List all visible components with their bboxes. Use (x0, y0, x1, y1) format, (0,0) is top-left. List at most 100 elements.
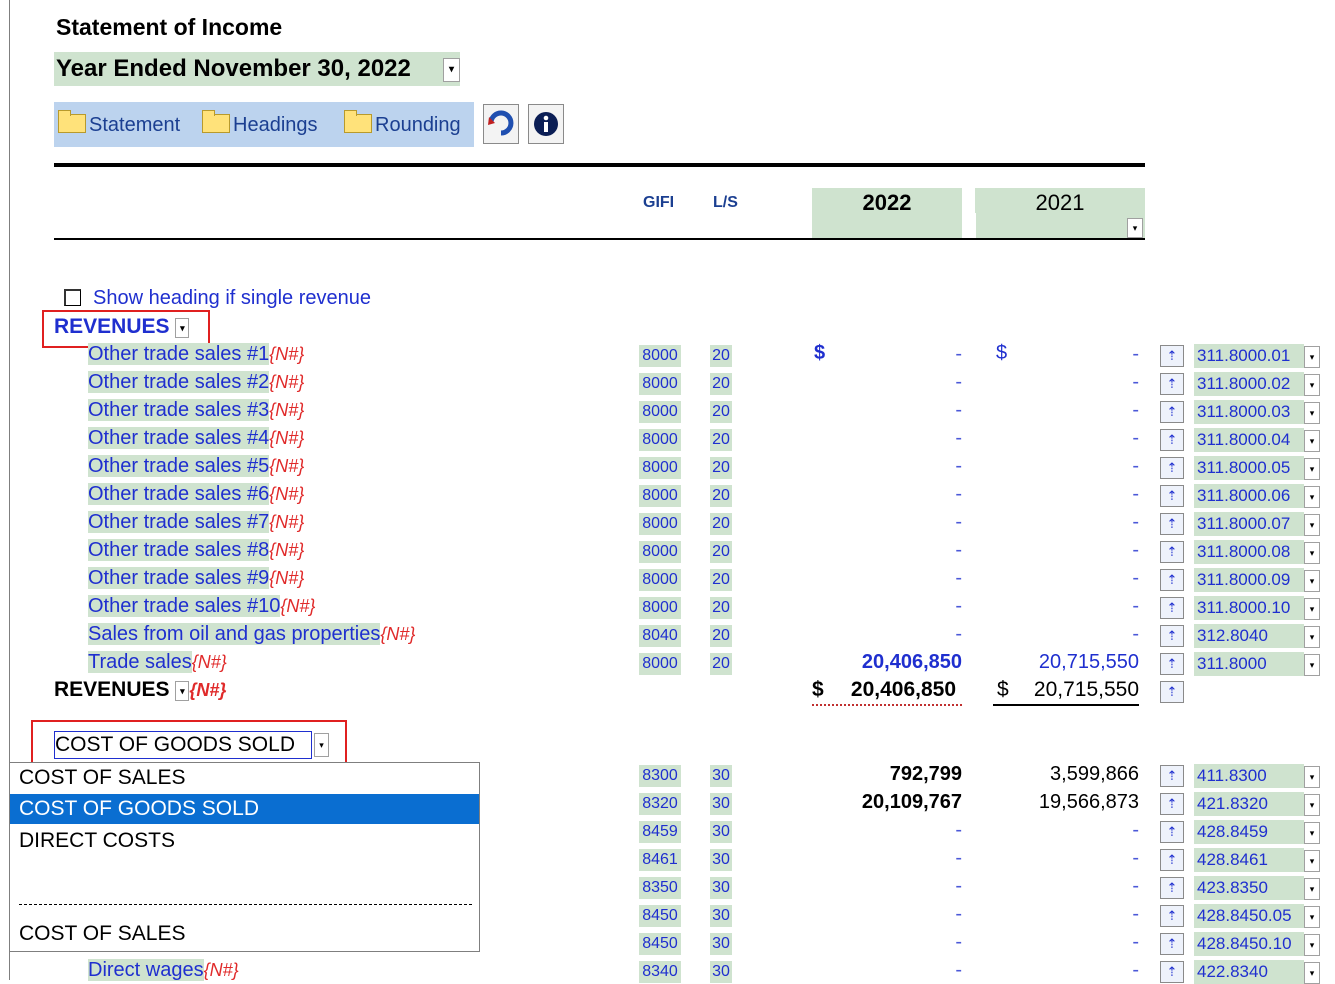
gifi-code[interactable]: 8450 (639, 933, 681, 955)
account-number[interactable]: 422.8340 ▾ (1194, 960, 1320, 984)
account-number[interactable]: 428.8450.05 ▾ (1194, 904, 1320, 928)
gifi-code[interactable]: 8320 (639, 793, 681, 815)
gifi-code[interactable]: 8300 (639, 765, 681, 787)
ls-code[interactable]: 30 (710, 877, 732, 899)
col-header-2021[interactable]: 2021 ▾ (975, 188, 1145, 238)
chevron-down-icon[interactable]: ▾ (1304, 598, 1320, 620)
dropdown-option-blank[interactable] (10, 858, 479, 888)
chevron-down-icon[interactable]: ▾ (1304, 570, 1320, 592)
link-icon-button[interactable]: ⇡ (1160, 569, 1184, 591)
link-icon-button[interactable]: ⇡ (1160, 485, 1184, 507)
chevron-down-icon[interactable]: ▾ (175, 318, 190, 338)
chevron-down-icon[interactable]: ▾ (1304, 822, 1320, 844)
chevron-down-icon[interactable]: ▾ (1304, 514, 1320, 536)
chevron-down-icon[interactable]: ▾ (1304, 486, 1320, 508)
chevron-down-icon[interactable]: ▾ (1304, 346, 1320, 368)
link-icon-button[interactable]: ⇡ (1160, 849, 1184, 871)
rounding-button[interactable]: Rounding (344, 110, 461, 138)
account-number[interactable]: 311.8000.05 ▾ (1194, 456, 1320, 480)
dropdown-option-cost-of-sales[interactable]: COST OF SALES (10, 763, 479, 793)
row-label[interactable]: Other trade sales #3{N#} (88, 399, 304, 422)
row-label[interactable]: Direct wages{N#} (88, 959, 239, 982)
row-label[interactable]: Other trade sales #4{N#} (88, 427, 304, 450)
ls-code[interactable]: 30 (710, 849, 732, 871)
ls-code[interactable]: 20 (710, 513, 732, 535)
revenues-heading-selector[interactable]: REVENUES ▾ (54, 315, 190, 339)
link-icon-button[interactable]: ⇡ (1160, 933, 1184, 955)
account-number[interactable]: 423.8350 ▾ (1194, 876, 1320, 900)
link-icon-button[interactable]: ⇡ (1160, 457, 1184, 479)
ls-code[interactable]: 20 (710, 345, 732, 367)
gifi-code[interactable]: 8459 (639, 821, 681, 843)
row-label[interactable]: Other trade sales #2{N#} (88, 371, 304, 394)
account-number[interactable]: 311.8000.10 ▾ (1194, 596, 1320, 620)
account-number[interactable]: 311.8000.09 ▾ (1194, 568, 1320, 592)
gifi-code[interactable]: 8350 (639, 877, 681, 899)
ls-code[interactable]: 30 (710, 905, 732, 927)
gifi-code[interactable]: 8000 (639, 569, 681, 591)
row-label[interactable]: Other trade sales #5{N#} (88, 455, 304, 478)
account-number[interactable]: 428.8450.10 ▾ (1194, 932, 1320, 956)
link-icon-button[interactable]: ⇡ (1160, 793, 1184, 815)
chevron-down-icon[interactable]: ▾ (1304, 934, 1320, 956)
ls-code[interactable]: 30 (710, 793, 732, 815)
row-label[interactable]: Other trade sales #8{N#} (88, 539, 304, 562)
ls-code[interactable]: 20 (710, 541, 732, 563)
gifi-code[interactable]: 8000 (639, 653, 681, 675)
link-icon-button[interactable]: ⇡ (1160, 821, 1184, 843)
gifi-code[interactable]: 8000 (639, 401, 681, 423)
link-icon-button[interactable]: ⇡ (1160, 653, 1184, 675)
link-icon-button[interactable]: ⇡ (1160, 877, 1184, 899)
ls-code[interactable]: 30 (710, 933, 732, 955)
chevron-down-icon[interactable]: ▾ (1304, 766, 1320, 788)
gifi-code[interactable]: 8000 (639, 373, 681, 395)
row-label[interactable]: Other trade sales #6{N#} (88, 483, 304, 506)
chevron-down-icon[interactable]: ▾ (1127, 218, 1143, 238)
gifi-code[interactable]: 8450 (639, 905, 681, 927)
link-icon-button[interactable]: ⇡ (1160, 345, 1184, 367)
chevron-down-icon[interactable]: ▾ (1304, 962, 1320, 984)
account-number[interactable]: 311.8000 ▾ (1194, 652, 1320, 676)
row-label[interactable]: Trade sales{N#} (88, 651, 227, 674)
gifi-code[interactable]: 8461 (639, 849, 681, 871)
chevron-down-icon[interactable]: ▾ (175, 681, 190, 701)
link-icon-button[interactable]: ⇡ (1160, 597, 1184, 619)
link-icon-button[interactable]: ⇡ (1160, 625, 1184, 647)
link-icon-button[interactable]: ⇡ (1160, 681, 1184, 703)
gifi-code[interactable]: 8000 (639, 345, 681, 367)
ls-code[interactable]: 20 (710, 457, 732, 479)
link-icon-button[interactable]: ⇡ (1160, 429, 1184, 451)
chevron-down-icon[interactable]: ▾ (1304, 430, 1320, 452)
row-label[interactable]: Other trade sales #7{N#} (88, 511, 304, 534)
dropdown-option-direct-costs[interactable]: DIRECT COSTS (10, 826, 479, 856)
chevron-down-icon[interactable]: ▾ (1304, 654, 1320, 676)
chevron-down-icon[interactable]: ▾ (1304, 402, 1320, 424)
account-number[interactable]: 312.8040 ▾ (1194, 624, 1320, 648)
revenues-total-label[interactable]: REVENUES ▾ {N#} (54, 678, 226, 702)
cogs-heading-selector[interactable]: COST OF GOODS SOLD (54, 731, 312, 759)
row-label[interactable]: Other trade sales #10{N#} (88, 595, 315, 618)
account-number[interactable]: 411.8300 ▾ (1194, 764, 1320, 788)
ls-code[interactable]: 20 (710, 429, 732, 451)
account-number[interactable]: 311.8000.01 ▾ (1194, 344, 1320, 368)
gifi-code[interactable]: 8000 (639, 485, 681, 507)
chevron-down-icon[interactable]: ▾ (1304, 794, 1320, 816)
info-button[interactable] (528, 104, 564, 144)
ls-code[interactable]: 20 (710, 485, 732, 507)
link-icon-button[interactable]: ⇡ (1160, 765, 1184, 787)
gifi-code[interactable]: 8000 (639, 457, 681, 479)
gifi-code[interactable]: 8000 (639, 597, 681, 619)
chevron-down-icon[interactable]: ▾ (443, 58, 460, 82)
statement-button[interactable]: Statement (58, 110, 180, 138)
chevron-down-icon[interactable]: ▾ (1304, 626, 1320, 648)
link-icon-button[interactable]: ⇡ (1160, 401, 1184, 423)
account-number[interactable]: 311.8000.08 ▾ (1194, 540, 1320, 564)
link-icon-button[interactable]: ⇡ (1160, 541, 1184, 563)
account-number[interactable]: 311.8000.02 ▾ (1194, 372, 1320, 396)
chevron-down-icon[interactable]: ▾ (1304, 458, 1320, 480)
row-label[interactable]: Other trade sales #9{N#} (88, 567, 304, 590)
dropdown-option-cost-of-sales-2[interactable]: COST OF SALES (10, 919, 479, 949)
ls-code[interactable]: 20 (710, 653, 732, 675)
chevron-down-icon[interactable]: ▾ (1304, 374, 1320, 396)
gifi-code[interactable]: 8000 (639, 541, 681, 563)
